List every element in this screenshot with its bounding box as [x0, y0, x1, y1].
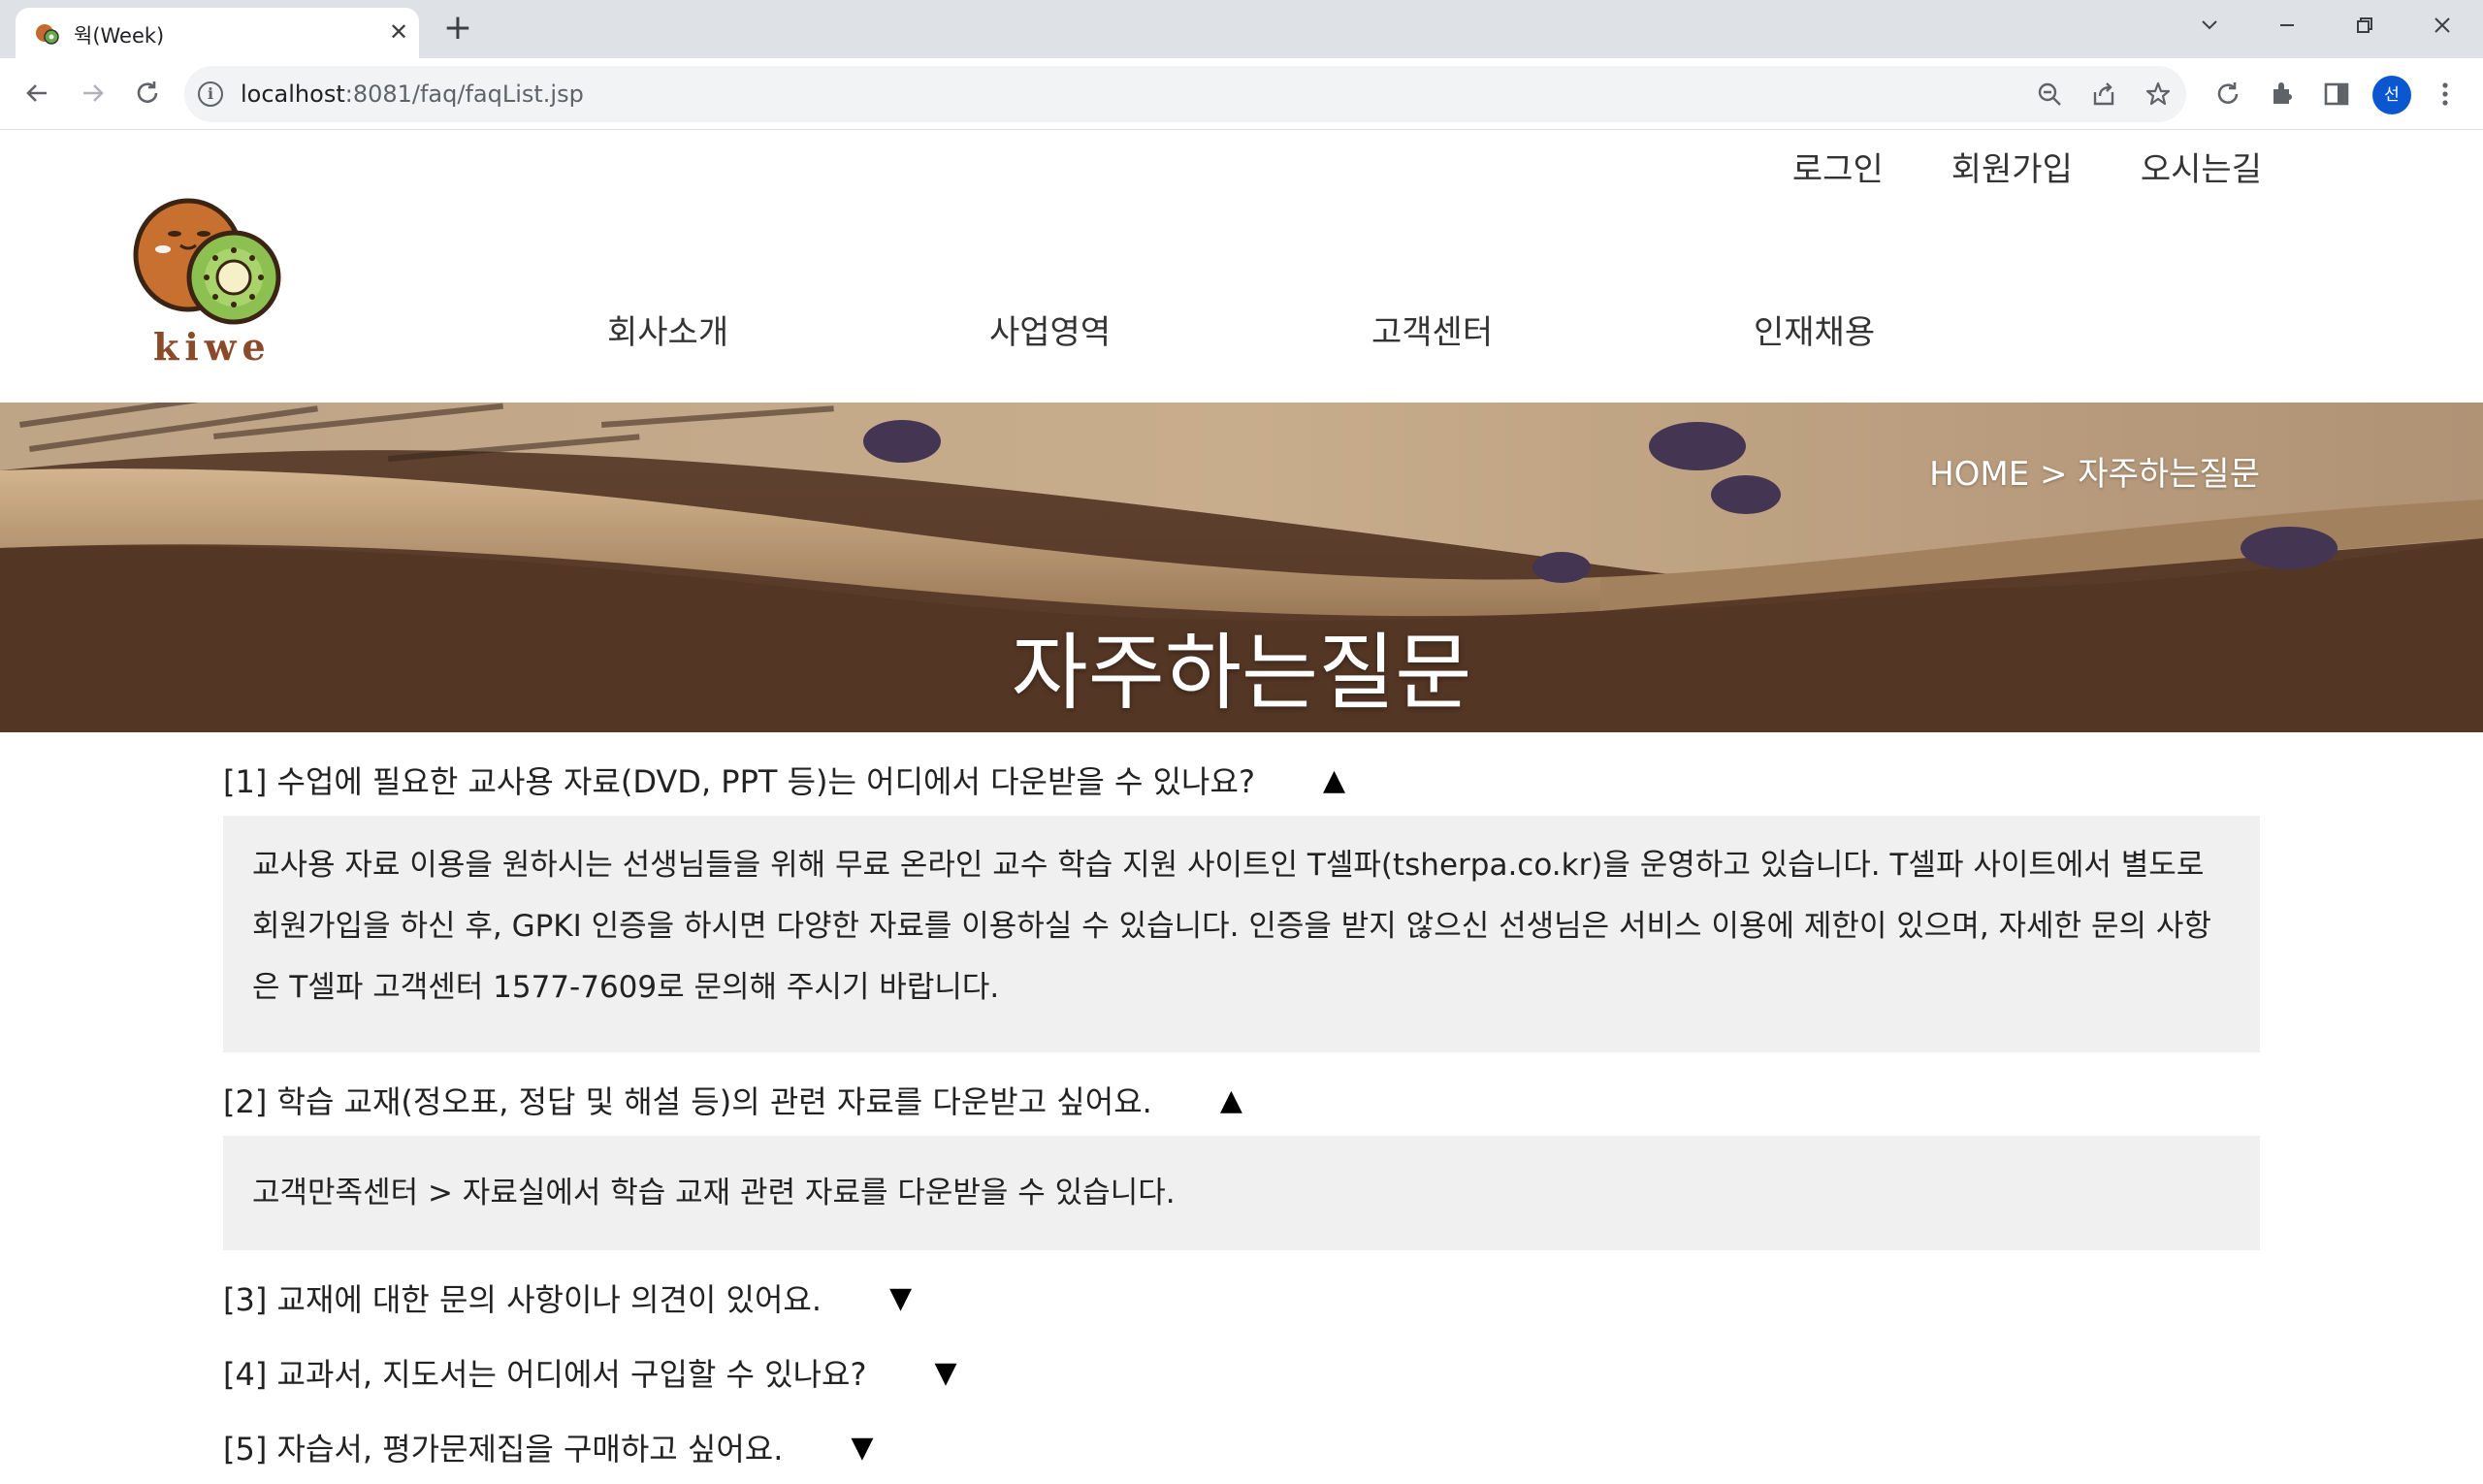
- faq-question-2[interactable]: [2] 학습 교재(정오표, 정답 및 해설 등)의 관련 자료를 다운받고 싶…: [223, 1072, 2260, 1128]
- browser-toolbar: i localhost:8081/faq/faqList.jsp 선: [0, 58, 2483, 130]
- faq-question-text: [4] 교과서, 지도서는 어디에서 구입할 수 있나요?: [223, 1356, 867, 1393]
- back-icon[interactable]: [17, 74, 56, 113]
- tab-close-icon[interactable]: ✕: [384, 17, 413, 47]
- faq-item-1: [1] 수업에 필요한 교사용 자료(DVD, PPT 등)는 어디에서 다운받…: [223, 752, 2260, 1052]
- nav-item-business[interactable]: 사업영역: [989, 306, 1371, 353]
- faq-question-4[interactable]: [4] 교과서, 지도서는 어디에서 구입할 수 있나요? ▼: [223, 1344, 2260, 1401]
- share-icon[interactable]: [2087, 78, 2120, 111]
- faq-question-1[interactable]: [1] 수업에 필요한 교사용 자료(DVD, PPT 등)는 어디에서 다운받…: [223, 752, 2260, 808]
- kiwi-favicon-icon: [36, 24, 59, 45]
- nav-item-company[interactable]: 회사소개: [607, 306, 989, 353]
- expand-arrow-icon[interactable]: ▼: [934, 1356, 956, 1390]
- faq-list: [1] 수업에 필요한 교사용 자료(DVD, PPT 등)는 어디에서 다운받…: [223, 752, 2260, 1484]
- faq-item-4: [4] 교과서, 지도서는 어디에서 구입할 수 있나요? ▼: [223, 1344, 2260, 1401]
- expand-arrow-icon[interactable]: ▼: [851, 1431, 873, 1465]
- expand-arrow-icon[interactable]: ▼: [889, 1281, 912, 1315]
- restore-icon[interactable]: [2343, 8, 2386, 43]
- faq-answer-2: 고객만족센터 > 자료실에서 학습 교재 관련 자료를 다운받을 수 있습니다.: [223, 1136, 2260, 1250]
- address-bar[interactable]: i localhost:8081/faq/faqList.jsp: [184, 66, 2186, 122]
- minimize-icon[interactable]: [2266, 8, 2308, 43]
- url-host: localhost: [241, 81, 345, 108]
- directions-link[interactable]: 오시는길: [2141, 143, 2262, 190]
- faq-answer-1: 교사용 자료 이용을 원하시는 선생님들을 위해 무료 온라인 교수 학습 지원…: [223, 816, 2260, 1052]
- reload-icon[interactable]: [128, 74, 167, 113]
- hero-banner: HOME > 자주하는질문 자주하는질문: [0, 403, 2483, 732]
- faq-question-5[interactable]: [5] 자습서, 평가문제집을 구매하고 싶어요. ▼: [223, 1419, 2260, 1475]
- main-navigation: 회사소개 사업영역 고객센터 인재채용: [607, 306, 2136, 353]
- tab-search-icon[interactable]: [2188, 8, 2231, 43]
- profile-avatar[interactable]: 선: [2372, 76, 2411, 114]
- site-logo[interactable]: kiwe: [126, 195, 291, 369]
- forward-icon[interactable]: [74, 74, 113, 113]
- utility-links: 로그인 회원가입 오시는길: [1792, 143, 2262, 190]
- new-tab-button[interactable]: +: [438, 10, 477, 48]
- collapse-arrow-icon[interactable]: ▲: [1323, 763, 1345, 797]
- menu-kebab-icon[interactable]: [2427, 76, 2464, 113]
- faq-question-text: [3] 교재에 대한 문의 사항이나 의견이 있어요.: [223, 1281, 822, 1318]
- logo-text: kiwe: [153, 325, 272, 369]
- tab-title: 웍(Week): [74, 24, 165, 48]
- breadcrumb: HOME > 자주하는질문: [1929, 455, 2260, 494]
- faq-question-text: [2] 학습 교재(정오표, 정답 및 해설 등)의 관련 자료를 다운받고 싶…: [223, 1083, 1152, 1120]
- faq-item-3: [3] 교재에 대한 문의 사항이나 의견이 있어요. ▼: [223, 1270, 2260, 1326]
- nav-item-customer-center[interactable]: 고객센터: [1371, 306, 1754, 353]
- bookmark-star-icon[interactable]: [2142, 78, 2175, 111]
- faq-question-3[interactable]: [3] 교재에 대한 문의 사항이나 의견이 있어요. ▼: [223, 1270, 2260, 1326]
- collapse-arrow-icon[interactable]: ▲: [1220, 1083, 1242, 1117]
- signup-link[interactable]: 회원가입: [1951, 143, 2073, 190]
- kiwi-logo-icon: [133, 198, 281, 325]
- browser-tabstrip: 웍(Week) ✕ +: [0, 0, 2483, 58]
- extensions-puzzle-icon[interactable]: [2264, 76, 2301, 113]
- faq-question-text: [5] 자습서, 평가문제집을 구매하고 싶어요.: [223, 1431, 784, 1468]
- close-window-icon[interactable]: [2421, 8, 2464, 43]
- side-panel-icon[interactable]: [2318, 76, 2355, 113]
- browser-tab[interactable]: 웍(Week) ✕: [16, 8, 419, 58]
- page-content: 로그인 회원가입 오시는길 kiwe 회사소개 사업영역 고객센터 인재채용 H…: [0, 131, 2483, 1484]
- faq-item-5: [5] 자습서, 평가문제집을 구매하고 싶어요. ▼: [223, 1419, 2260, 1475]
- url-text[interactable]: localhost:8081/faq/faqList.jsp: [241, 81, 584, 108]
- page-title: 자주하는질문: [1011, 625, 1472, 722]
- extension-reload-icon[interactable]: [2209, 76, 2246, 113]
- faq-question-text: [1] 수업에 필요한 교사용 자료(DVD, PPT 등)는 어디에서 다운받…: [223, 763, 1255, 800]
- login-link[interactable]: 로그인: [1792, 143, 1884, 190]
- site-info-icon[interactable]: i: [198, 81, 223, 107]
- faq-item-2: [2] 학습 교재(정오표, 정답 및 해설 등)의 관련 자료를 다운받고 싶…: [223, 1072, 2260, 1250]
- nav-item-careers[interactable]: 인재채용: [1754, 306, 2136, 353]
- zoom-icon[interactable]: [2033, 78, 2066, 111]
- url-path: :8081/faq/faqList.jsp: [344, 81, 584, 108]
